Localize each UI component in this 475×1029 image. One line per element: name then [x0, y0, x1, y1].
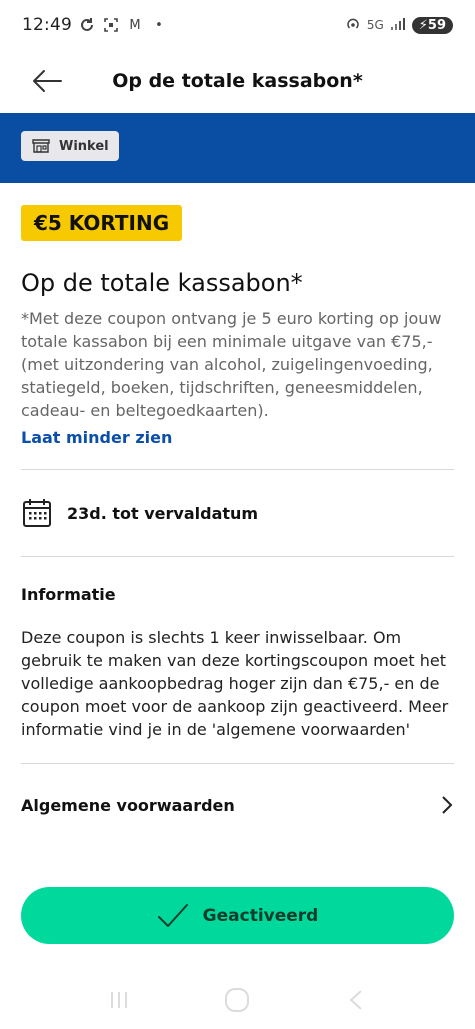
status-time: 12:49: [22, 15, 72, 35]
activated-button-label: Geactiveerd: [202, 905, 319, 926]
store-chip: Winkel: [21, 131, 119, 161]
home-button[interactable]: [217, 980, 257, 1020]
recent-apps-icon: [111, 991, 128, 1008]
discount-badge: €5 KORTING: [21, 205, 183, 241]
back-nav-button[interactable]: [336, 980, 376, 1020]
divider: [21, 556, 454, 557]
back-nav-icon: [349, 989, 362, 1010]
status-bar: 12:49 M • 5G ⚡59: [0, 0, 475, 50]
coupon-content: €5 KORTING Op de totale kassabon* *Met d…: [0, 183, 475, 873]
calendar-icon: [23, 499, 51, 527]
store-chip-label: Winkel: [59, 138, 109, 154]
checkmark-icon: [157, 903, 188, 927]
hotspot-icon: [345, 16, 361, 35]
chevron-right-icon: [442, 796, 453, 814]
arrow-left-icon: [33, 70, 62, 92]
terms-label: Algemene voorwaarden: [21, 795, 235, 815]
screenshot-icon: [102, 16, 120, 34]
gmail-icon: M: [129, 17, 141, 33]
info-heading: Informatie: [21, 585, 116, 604]
app-header: Op de totale kassabon*: [0, 50, 475, 112]
coupon-title: Op de totale kassabon*: [21, 269, 303, 297]
store-icon: [32, 139, 50, 153]
recent-apps-button[interactable]: [99, 980, 139, 1020]
status-left: 12:49 M •: [22, 15, 168, 35]
sync-icon: [78, 16, 96, 34]
store-banner: Winkel: [0, 113, 475, 183]
home-icon: [225, 987, 250, 1012]
expiry-row: 23d. tot vervaldatum: [21, 470, 454, 556]
dot-icon: •: [155, 17, 163, 33]
network-label: 5G: [366, 18, 384, 32]
signal-icon: [390, 17, 406, 34]
back-button[interactable]: [28, 62, 66, 100]
page-title: Op de totale kassabon*: [112, 70, 363, 92]
battery-indicator: ⚡59: [411, 16, 453, 34]
status-right: 5G ⚡59: [345, 16, 453, 35]
coupon-description: *Met deze coupon ontvang je 5 euro korti…: [21, 309, 442, 420]
system-nav-bar: [0, 970, 475, 1029]
activated-button[interactable]: Geactiveerd: [21, 887, 454, 944]
info-body: Deze coupon is slechts 1 keer inwisselba…: [21, 628, 449, 739]
battery-level: 59: [427, 17, 446, 33]
expiry-text: 23d. tot vervaldatum: [67, 503, 259, 523]
show-less-link[interactable]: Laat minder zien: [21, 428, 172, 447]
terms-row[interactable]: Algemene voorwaarden: [21, 764, 454, 846]
